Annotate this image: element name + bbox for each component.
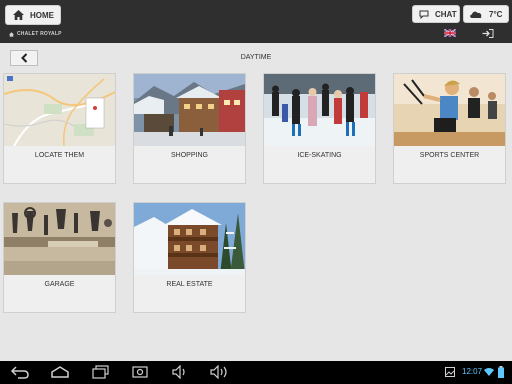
- home-icon[interactable]: [50, 365, 70, 379]
- brand-name: CHALET ROYALP: [17, 31, 62, 37]
- chat-button-label: CHAT: [435, 9, 457, 19]
- home-button[interactable]: HOME: [5, 5, 61, 25]
- house-icon: [13, 10, 24, 20]
- logout-icon[interactable]: [482, 29, 494, 38]
- home-button-label: HOME: [30, 10, 54, 20]
- system-clock: 12:07: [462, 367, 483, 376]
- chat-button[interactable]: CHAT: [412, 5, 460, 23]
- recent-apps-icon[interactable]: [92, 365, 110, 379]
- uk-flag-icon[interactable]: [444, 29, 456, 37]
- chalet-in-snow-photo: [134, 203, 245, 275]
- brand: CHALET ROYALP: [9, 31, 62, 37]
- wifi-icon: [484, 368, 494, 376]
- battery-icon: [498, 366, 504, 378]
- screenshot-icon[interactable]: [132, 365, 148, 379]
- tile-label: LOCATE THEM: [34, 152, 85, 159]
- tile-label: ICE-SKATING: [297, 152, 342, 159]
- tile-shopping[interactable]: SHOPPING: [133, 73, 246, 184]
- system-navigation-bar: 12:07: [0, 361, 512, 384]
- tile-label: GARAGE: [44, 281, 75, 288]
- tile-label: SHOPPING: [171, 152, 208, 159]
- fitness-class-photo: [394, 74, 505, 146]
- top-bar: HOME CHALET ROYALP CHAT 7°C: [0, 0, 512, 43]
- tile-real-estate[interactable]: REAL ESTATE: [133, 202, 246, 313]
- volume-up-icon[interactable]: [210, 365, 230, 379]
- tile-label: SPORTS CENTER: [419, 152, 480, 159]
- ice-skating-photo: [264, 74, 375, 146]
- garage-tools-photo: [4, 203, 115, 275]
- tile-label: REAL ESTATE: [166, 281, 213, 288]
- section-title: DAYTIME: [240, 54, 272, 61]
- map-thumbnail: [4, 74, 115, 146]
- tile-locate-them[interactable]: LOCATE THEM: [3, 73, 116, 184]
- tile-garage[interactable]: GARAGE: [3, 202, 116, 313]
- chat-bubble-icon: [419, 10, 429, 19]
- weather-button[interactable]: 7°C: [463, 5, 509, 23]
- temperature-label: 7°C: [489, 9, 503, 19]
- gallery-icon: [445, 367, 455, 377]
- village-street-photo: [134, 74, 245, 146]
- cloud-icon: [470, 11, 482, 18]
- tile-sports-center[interactable]: SPORTS CENTER: [393, 73, 506, 184]
- house-small-icon: [9, 31, 14, 37]
- volume-down-icon[interactable]: [172, 365, 188, 379]
- tile-ice-skating[interactable]: ICE-SKATING: [263, 73, 376, 184]
- back-icon[interactable]: [10, 365, 30, 379]
